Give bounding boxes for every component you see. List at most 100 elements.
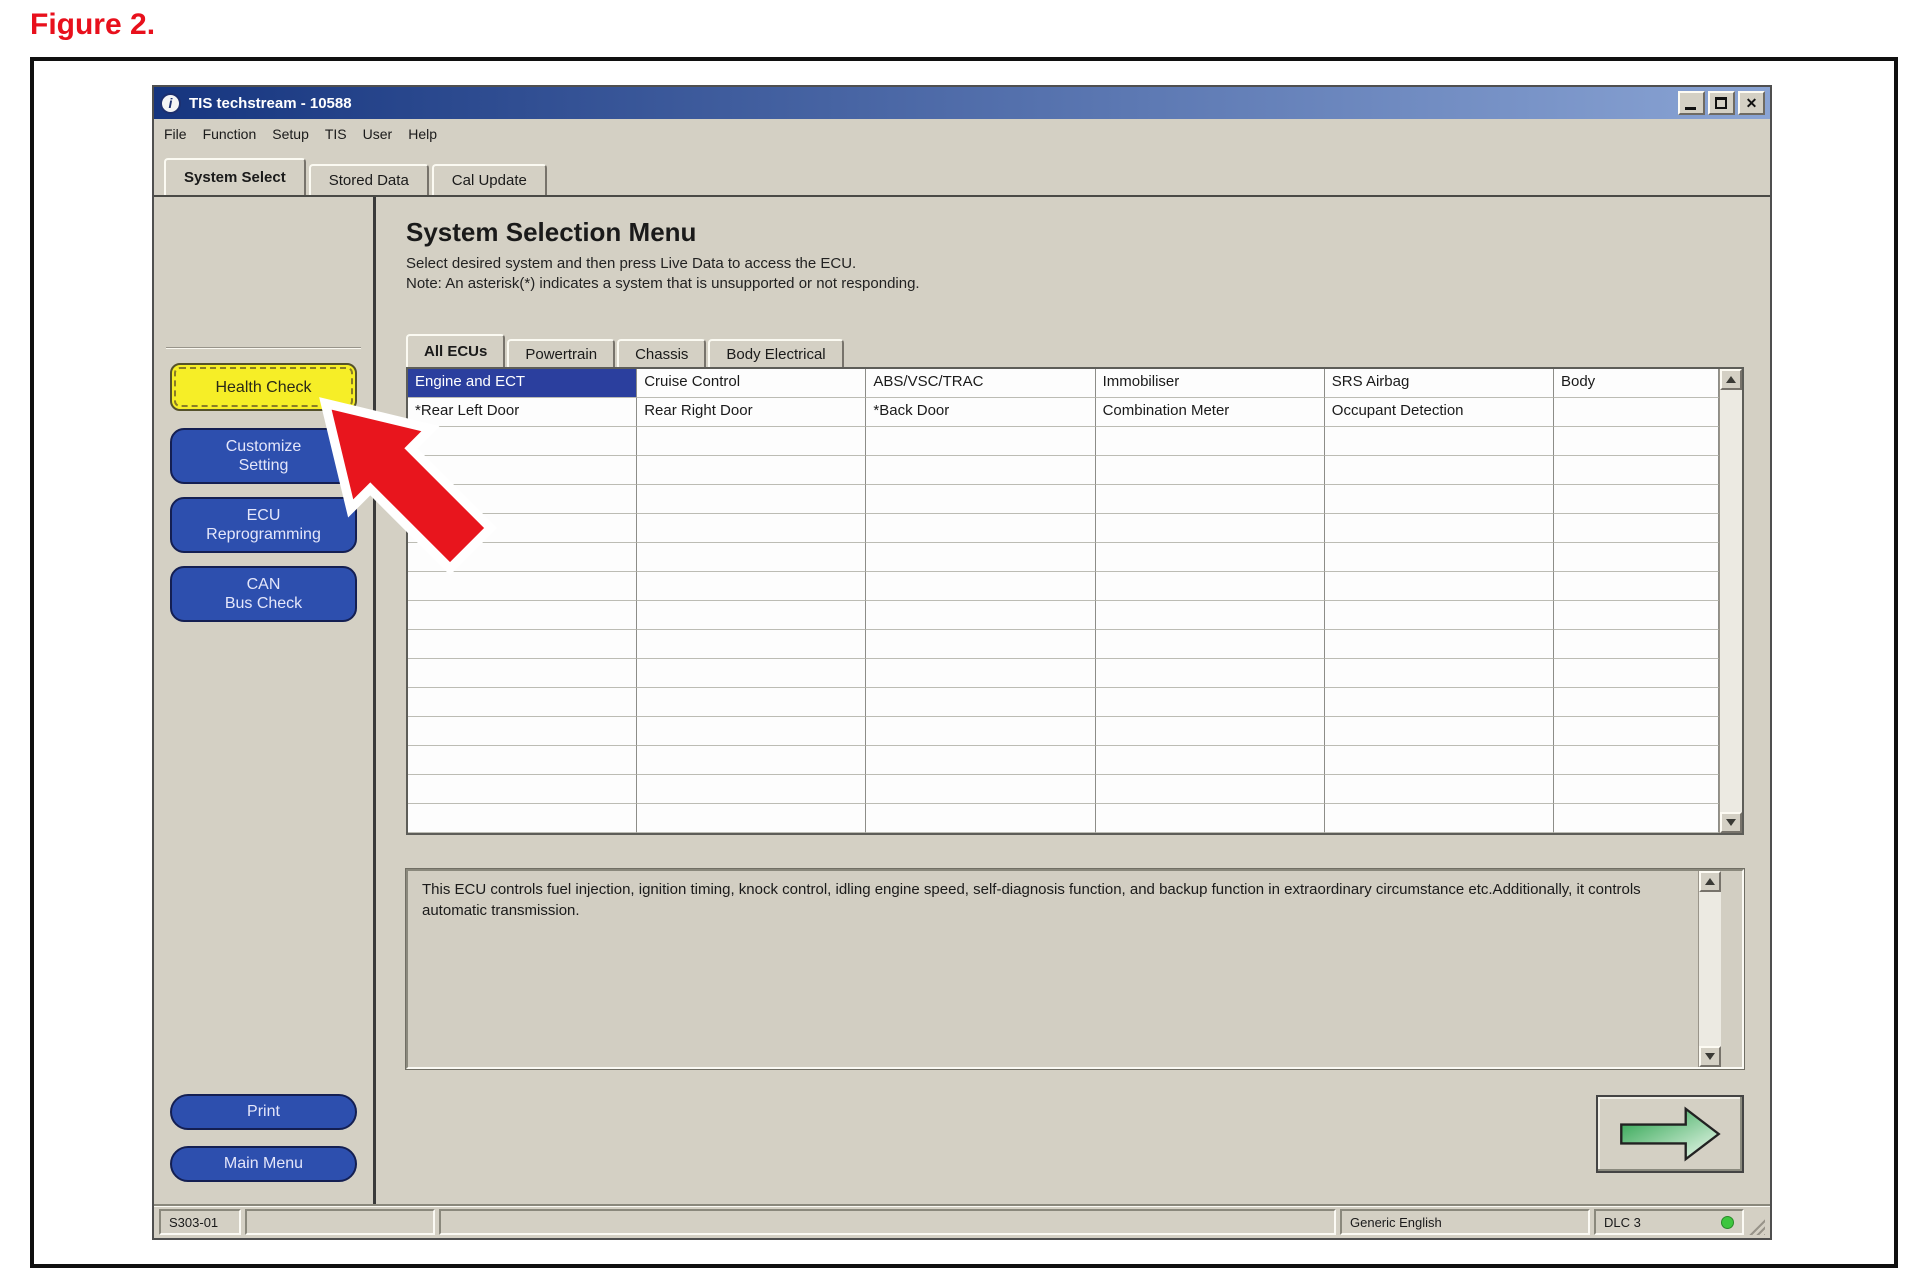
menu-bar: File Function Setup TIS User Help bbox=[154, 119, 1770, 149]
ecu-cell-engine-and-ect[interactable]: Engine and ECT bbox=[408, 369, 637, 398]
tab-system-select[interactable]: System Select bbox=[164, 158, 306, 195]
ecu-cell-empty bbox=[866, 572, 1095, 601]
ecu-cell-srs-airbag[interactable]: SRS Airbag bbox=[1325, 369, 1554, 398]
connection-status-icon bbox=[1721, 1216, 1734, 1229]
ecu-cell-empty bbox=[1554, 630, 1719, 659]
ecu-cell-empty bbox=[1325, 804, 1554, 833]
sidebar-button-can-bus-check[interactable]: CAN Bus Check bbox=[170, 566, 357, 622]
menu-item-file[interactable]: File bbox=[164, 126, 187, 142]
resize-grip-icon bbox=[1748, 1218, 1765, 1235]
ecu-cell-abs-vsc-trac[interactable]: ABS/VSC/TRAC bbox=[866, 369, 1095, 398]
triangle-up-icon bbox=[1705, 878, 1715, 885]
note-text: Note: An asterisk(*) indicates a system … bbox=[406, 274, 1744, 294]
ecu-cell-empty bbox=[1325, 485, 1554, 514]
ecu-cell-empty bbox=[866, 804, 1095, 833]
description-scroll-up-button[interactable] bbox=[1699, 871, 1721, 892]
ecu-cell-empty bbox=[637, 601, 866, 630]
ecu-cell-body[interactable]: Body bbox=[1554, 369, 1719, 398]
ecu-cell-combination-meter[interactable]: Combination Meter bbox=[1096, 398, 1325, 427]
menu-item-setup[interactable]: Setup bbox=[272, 126, 309, 142]
sidebar-top-spacer bbox=[170, 197, 357, 347]
close-button[interactable]: ✕ bbox=[1738, 91, 1765, 115]
ecu-cell-empty bbox=[1325, 514, 1554, 543]
minimize-button[interactable] bbox=[1678, 91, 1705, 115]
ecu-cell-rear-left-door[interactable]: *Rear Left Door bbox=[408, 398, 637, 427]
ecu-cell-empty bbox=[1325, 688, 1554, 717]
description-panel: This ECU controls fuel injection, igniti… bbox=[406, 869, 1744, 1069]
status-dlc: DLC 3 bbox=[1594, 1209, 1744, 1235]
tab-cal-update[interactable]: Cal Update bbox=[432, 164, 547, 195]
ecu-cell-back-door[interactable]: *Back Door bbox=[866, 398, 1095, 427]
subtab-chassis[interactable]: Chassis bbox=[617, 339, 706, 367]
ecu-cell-empty bbox=[637, 572, 866, 601]
ecu-cell-empty bbox=[1096, 717, 1325, 746]
table-scroll-down-button[interactable] bbox=[1720, 812, 1742, 833]
sidebar-main-buttons: Health Check Customize Setting ECU Reprogr… bbox=[170, 363, 357, 635]
status-panel-empty bbox=[245, 1209, 435, 1235]
sidebar-button-print[interactable]: Print bbox=[170, 1094, 357, 1130]
subtab-body-electrical[interactable]: Body Electrical bbox=[708, 339, 843, 367]
menu-item-tis[interactable]: TIS bbox=[325, 126, 347, 142]
ecu-cell-empty bbox=[637, 659, 866, 688]
ecu-cell-empty bbox=[637, 456, 866, 485]
ecu-cell-empty bbox=[408, 804, 637, 833]
ecu-cell-immobiliser[interactable]: Immobiliser bbox=[1096, 369, 1325, 398]
ecu-cell-empty bbox=[1554, 543, 1719, 572]
sidebar-button-ecu-reprogramming[interactable]: ECU Reprogramming bbox=[170, 497, 357, 553]
table-scrollbar-track[interactable] bbox=[1720, 390, 1742, 812]
ecu-cell-empty bbox=[1096, 485, 1325, 514]
ecu-cell-empty bbox=[1096, 775, 1325, 804]
ecu-cell-empty bbox=[1096, 427, 1325, 456]
sidebar-button-health-check[interactable]: Health Check bbox=[170, 363, 357, 411]
sidebar-button-customize-setting[interactable]: Customize Setting bbox=[170, 428, 357, 484]
ecu-cell-occupant-detection[interactable]: Occupant Detection bbox=[1325, 398, 1554, 427]
description-scrollbar[interactable] bbox=[1698, 871, 1721, 1067]
ecu-cell-empty bbox=[866, 746, 1095, 775]
figure-label: Figure 2. bbox=[30, 8, 155, 42]
description-scrollbar-track[interactable] bbox=[1699, 892, 1721, 1046]
sidebar: Health Check Customize Setting ECU Reprogr… bbox=[154, 197, 376, 1204]
titlebar: i TIS techstream - 10588 ✕ bbox=[154, 87, 1770, 119]
ecu-cell-empty bbox=[637, 717, 866, 746]
ecu-cell-empty bbox=[1554, 659, 1719, 688]
ecu-cell-empty bbox=[866, 601, 1095, 630]
ecu-cell-empty bbox=[1096, 659, 1325, 688]
ecu-cell-empty bbox=[1554, 746, 1719, 775]
ecu-cell-empty bbox=[1096, 601, 1325, 630]
tab-stored-data[interactable]: Stored Data bbox=[309, 164, 429, 195]
ecu-cell-cruise-control[interactable]: Cruise Control bbox=[637, 369, 866, 398]
next-button[interactable] bbox=[1596, 1095, 1744, 1173]
ecu-cell-empty bbox=[1325, 572, 1554, 601]
figure-frame: i TIS techstream - 10588 ✕ File Function S… bbox=[30, 57, 1898, 1268]
maximize-button[interactable] bbox=[1708, 91, 1735, 115]
ecu-cell-empty bbox=[408, 688, 637, 717]
ecu-cell-rear-right-door[interactable]: Rear Right Door bbox=[637, 398, 866, 427]
table-scrollbar[interactable] bbox=[1719, 369, 1742, 833]
ecu-cell-empty bbox=[1554, 804, 1719, 833]
description-scroll-down-button[interactable] bbox=[1699, 1046, 1721, 1067]
app-icon: i bbox=[160, 93, 181, 114]
bottom-row bbox=[406, 1095, 1744, 1173]
ecu-cell-empty bbox=[1554, 601, 1719, 630]
ecu-cell-empty bbox=[637, 804, 866, 833]
subtab-powertrain[interactable]: Powertrain bbox=[507, 339, 615, 367]
maximize-icon bbox=[1715, 97, 1727, 109]
table-scroll-up-button[interactable] bbox=[1720, 369, 1742, 390]
ecu-cell-empty bbox=[866, 456, 1095, 485]
ecu-cell-empty bbox=[1554, 717, 1719, 746]
dlc-label: DLC 3 bbox=[1604, 1215, 1641, 1230]
menu-item-user[interactable]: User bbox=[363, 126, 393, 142]
ecu-cell-empty bbox=[408, 630, 637, 659]
main-panel: System Selection Menu Select desired sys… bbox=[376, 197, 1770, 1204]
ecu-cell-empty bbox=[408, 775, 637, 804]
subtab-all-ecus[interactable]: All ECUs bbox=[406, 334, 505, 367]
ecu-cell-empty bbox=[408, 717, 637, 746]
menu-item-function[interactable]: Function bbox=[203, 126, 257, 142]
minimize-icon bbox=[1685, 107, 1696, 110]
menu-item-help[interactable]: Help bbox=[408, 126, 437, 142]
window-title: TIS techstream - 10588 bbox=[189, 95, 1675, 112]
ecu-cell-empty bbox=[866, 543, 1095, 572]
content-area: Health Check Customize Setting ECU Reprogr… bbox=[154, 195, 1770, 1204]
window-controls: ✕ bbox=[1675, 91, 1765, 115]
sidebar-button-main-menu[interactable]: Main Menu bbox=[170, 1146, 357, 1182]
